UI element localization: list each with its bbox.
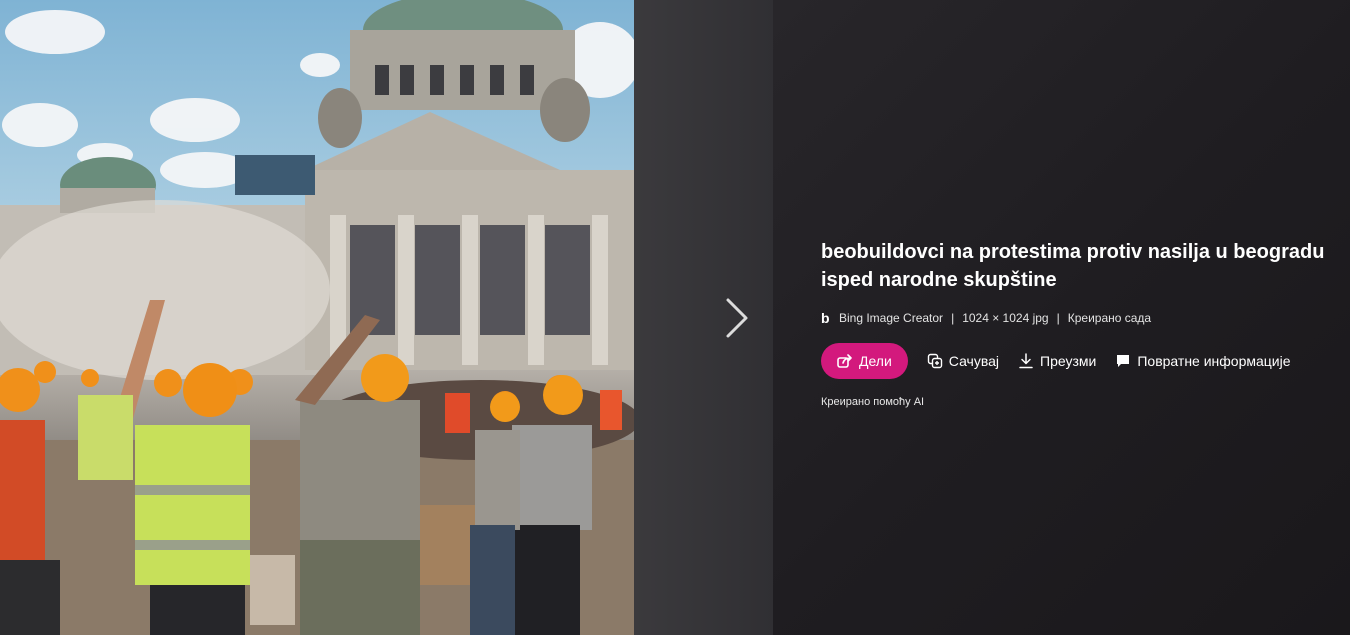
- ai-created-note: Креирано помоћу AI: [821, 396, 925, 408]
- share-icon: [837, 354, 852, 368]
- creator-name: Bing Image Creator: [839, 311, 944, 325]
- share-label: Дели: [859, 353, 892, 369]
- save-collection-icon: [927, 353, 942, 369]
- action-bar: Дели Сачувај Преузми Повратне информациј…: [821, 343, 1291, 379]
- image-meta: b Bing Image Creator | 1024 × 1024 jpg |…: [821, 310, 1151, 326]
- save-button[interactable]: Сачувај: [927, 353, 999, 369]
- download-button[interactable]: Преузми: [1018, 353, 1096, 369]
- generated-image[interactable]: [0, 0, 634, 635]
- meta-separator: |: [951, 311, 955, 325]
- created-time: Креирано сада: [1067, 311, 1152, 325]
- image-illustration: [0, 0, 634, 635]
- bing-icon: b: [821, 310, 830, 326]
- feedback-label: Повратне информације: [1137, 353, 1291, 369]
- share-button[interactable]: Дели: [821, 343, 908, 379]
- save-label: Сачувај: [948, 353, 1000, 369]
- meta-separator: |: [1056, 311, 1060, 325]
- image-dimensions: 1024 × 1024 jpg: [962, 311, 1049, 325]
- download-label: Преузми: [1040, 353, 1097, 369]
- feedback-icon: [1117, 355, 1130, 367]
- chevron-right-icon: [726, 298, 748, 338]
- image-title: beobuildovci na protestima protiv nasilj…: [821, 241, 1325, 291]
- download-icon: [1019, 353, 1033, 369]
- next-image-button[interactable]: [716, 296, 756, 340]
- feedback-button[interactable]: Повратне информације: [1115, 353, 1291, 369]
